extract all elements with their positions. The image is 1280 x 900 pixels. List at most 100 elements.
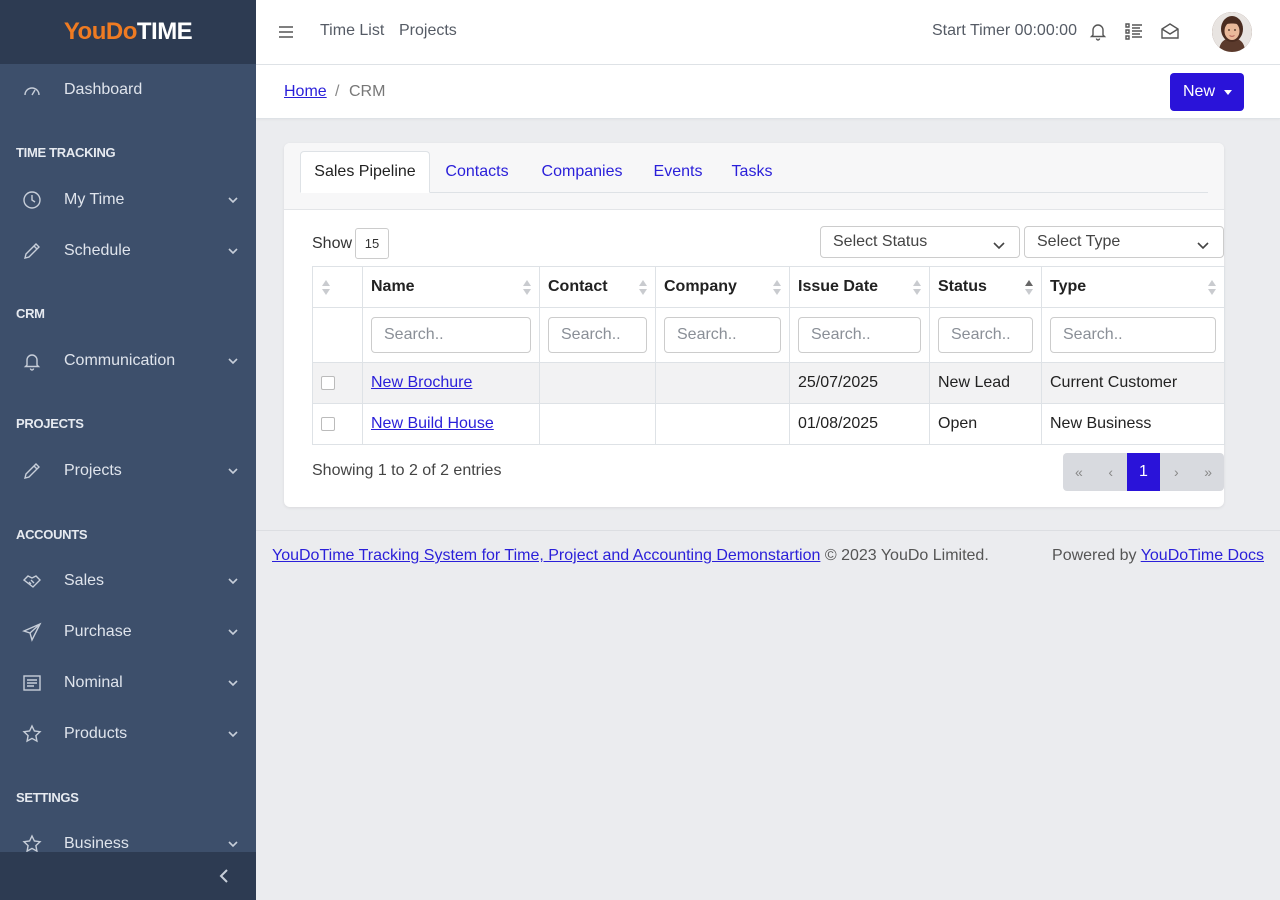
caret-down-icon <box>1224 90 1232 95</box>
search-row <box>312 307 1225 363</box>
cell-contact <box>539 362 656 404</box>
row-name-link[interactable]: New Build House <box>371 415 494 432</box>
collapse-sidebar-icon[interactable] <box>216 868 232 884</box>
start-timer-button[interactable]: Start Timer 00:00:00 <box>932 22 1077 40</box>
status-filter-select[interactable]: Select Status <box>820 226 1020 258</box>
sidebar-item-nominal[interactable]: Nominal <box>0 663 256 703</box>
pencil-icon <box>22 241 42 261</box>
sidebar-item-schedule[interactable]: Schedule <box>0 231 256 271</box>
sidebar-item-my-time[interactable]: My Time <box>0 180 256 220</box>
sort-ascending-icon <box>1025 280 1033 296</box>
sidebar-item-products[interactable]: Products <box>0 714 256 754</box>
star-icon <box>22 724 42 744</box>
nav-link-projects[interactable]: Projects <box>399 22 457 40</box>
new-dropdown-button[interactable]: New <box>1170 73 1244 111</box>
sidebar-item-dashboard[interactable]: Dashboard <box>0 70 256 110</box>
select-all-header[interactable] <box>312 266 363 308</box>
entries-info: Showing 1 to 2 of 2 entries <box>312 462 502 479</box>
next-page-button[interactable]: › <box>1160 453 1192 491</box>
breadcrumb-home-link[interactable]: Home <box>284 83 327 101</box>
brand-logo[interactable]: YouDo TIME <box>0 0 256 64</box>
show-entries-label: Show <box>312 235 353 252</box>
hamburger-menu-icon[interactable] <box>278 24 294 40</box>
sidebar-item-label: Dashboard <box>64 81 143 98</box>
row-name-link[interactable]: New Brochure <box>371 374 472 391</box>
sidebar-item-label: Business <box>64 835 129 852</box>
tab-sales-pipeline[interactable]: Sales Pipeline <box>300 151 430 193</box>
sidebar-item-label: Sales <box>64 572 105 589</box>
search-company-input[interactable] <box>664 317 781 353</box>
star-icon <box>22 834 42 852</box>
sidebar-item-purchase[interactable]: Purchase <box>0 612 256 652</box>
cell-name: New Build House <box>362 403 540 445</box>
task-list-icon[interactable] <box>1123 20 1145 42</box>
dashboard-gauge-icon <box>22 80 42 100</box>
sort-icon <box>913 280 921 296</box>
sidebar-item-label: Communication <box>64 352 176 369</box>
user-avatar[interactable] <box>1212 12 1252 52</box>
envelope-icon[interactable] <box>1159 20 1181 42</box>
tab-companies[interactable]: Companies <box>530 151 634 193</box>
cell-type: New Business <box>1041 403 1225 445</box>
chevron-down-icon <box>228 466 238 476</box>
footer-powered-label: Powered by <box>1052 547 1137 564</box>
first-page-button[interactable]: « <box>1063 453 1095 491</box>
column-header-company[interactable]: Company <box>655 266 790 308</box>
column-header-status[interactable]: Status <box>929 266 1042 308</box>
pipeline-table: Name Contact Company Issue Date Status T… <box>312 266 1225 445</box>
sidebar-item-communication[interactable]: Communication <box>0 341 256 381</box>
sidebar-item-label: Projects <box>64 462 122 479</box>
breadcrumb-bar: Home / CRM New <box>256 65 1280 119</box>
type-filter-select[interactable]: Select Type <box>1024 226 1224 258</box>
row-checkbox[interactable] <box>321 417 335 431</box>
search-cell-empty <box>312 307 363 363</box>
sidebar-item-label: My Time <box>64 191 125 208</box>
search-contact-input[interactable] <box>548 317 647 353</box>
clock-icon <box>22 190 42 210</box>
nav-link-time-list[interactable]: Time List <box>320 22 384 40</box>
column-header-label: Type <box>1050 278 1087 295</box>
search-issue-date-input[interactable] <box>798 317 921 353</box>
bell-icon[interactable] <box>1087 20 1109 42</box>
sidebar-item-sales[interactable]: Sales <box>0 561 256 601</box>
current-page-button[interactable]: 1 <box>1126 453 1161 491</box>
top-navbar: Time List Projects Start Timer 00:00:00 <box>256 0 1280 65</box>
search-cell <box>789 307 930 363</box>
search-name-input[interactable] <box>371 317 531 353</box>
section-accounts: ACCOUNTS <box>16 527 88 542</box>
type-filter-value: Select Type <box>1037 233 1121 250</box>
footer-docs-link[interactable]: YouDoTime Docs <box>1141 547 1264 564</box>
sort-icon <box>773 280 781 296</box>
cell-company <box>655 403 790 445</box>
prev-page-button[interactable]: ‹ <box>1095 453 1127 491</box>
sidebar-item-projects[interactable]: Projects <box>0 451 256 491</box>
tab-tasks[interactable]: Tasks <box>724 151 780 193</box>
bell-icon <box>22 351 42 371</box>
footer-demo-link[interactable]: YouDoTime Tracking System for Time, Proj… <box>272 547 820 564</box>
column-header-name[interactable]: Name <box>362 266 540 308</box>
tab-contacts[interactable]: Contacts <box>434 151 520 193</box>
row-select-cell <box>312 362 363 404</box>
column-header-label: Status <box>938 278 987 295</box>
last-page-button[interactable]: » <box>1192 453 1224 491</box>
sidebar-item-business[interactable]: Business <box>0 824 256 852</box>
search-cell <box>362 307 540 363</box>
row-checkbox[interactable] <box>321 376 335 390</box>
page-size-select[interactable]: 15 <box>355 228 389 259</box>
cell-issue-date: 01/08/2025 <box>789 403 930 445</box>
column-header-type[interactable]: Type <box>1041 266 1225 308</box>
search-status-input[interactable] <box>938 317 1033 353</box>
chevron-down-icon <box>228 356 238 366</box>
table-header-row: Name Contact Company Issue Date Status T… <box>312 266 1225 308</box>
pencil-icon <box>22 461 42 481</box>
section-crm: CRM <box>16 306 45 321</box>
tab-events[interactable]: Events <box>644 151 712 193</box>
sidebar-item-label: Schedule <box>64 242 131 259</box>
column-header-issue-date[interactable]: Issue Date <box>789 266 930 308</box>
column-header-contact[interactable]: Contact <box>539 266 656 308</box>
search-type-input[interactable] <box>1050 317 1216 353</box>
cell-type: Current Customer <box>1041 362 1225 404</box>
table-row: New Build House 01/08/2025 Open New Busi… <box>312 403 1225 445</box>
search-cell <box>655 307 790 363</box>
cell-contact <box>539 403 656 445</box>
